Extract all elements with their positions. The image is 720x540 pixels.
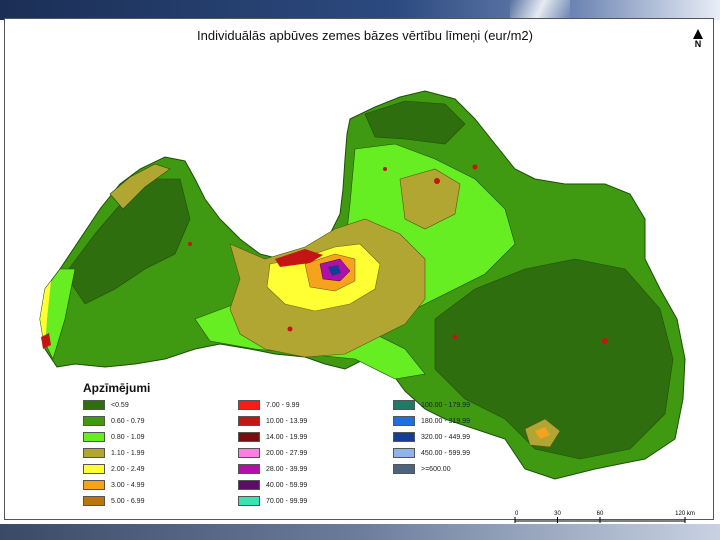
latvia-map — [39, 90, 686, 480]
legend-label: 28.00 - 39.99 — [266, 465, 308, 473]
legend-swatch — [83, 400, 105, 410]
legend-item: 100.00 - 179.99 — [393, 399, 470, 411]
legend-item: 0.60 - 0.79 — [83, 415, 144, 427]
legend-title: Apzīmējumi — [83, 381, 151, 395]
legend-swatch — [393, 448, 415, 458]
scale-bar: 0 30 60 120 km — [514, 511, 695, 523]
legend-label: 70.00 - 99.99 — [266, 497, 308, 505]
legend-item: 2.00 - 2.49 — [83, 463, 144, 475]
legend-item: 28.00 - 39.99 — [238, 463, 307, 475]
legend-swatch — [238, 480, 260, 490]
legend-swatch — [238, 400, 260, 410]
legend-swatch — [393, 464, 415, 474]
scale-tick-label: 0 — [515, 511, 519, 517]
legend-label: 100.00 - 179.99 — [421, 401, 471, 409]
town-dot — [188, 242, 192, 246]
scale-tick-label: 30 — [554, 511, 561, 517]
legend-swatch — [393, 400, 415, 410]
legend-label: 2.00 - 2.49 — [111, 465, 145, 473]
legend-label: 20.00 - 27.99 — [266, 449, 308, 457]
legend-swatch — [83, 480, 105, 490]
legend-label: 320.00 - 449.99 — [421, 433, 471, 441]
legend-label: 10.00 - 13.99 — [266, 417, 308, 425]
scale-tick-label: 120 km — [675, 511, 695, 517]
legend-item: 7.00 - 9.99 — [238, 399, 299, 411]
legend-swatch — [83, 432, 105, 442]
legend-swatch — [238, 496, 260, 506]
legend-label: 0.80 - 1.09 — [111, 433, 145, 441]
town-dot — [602, 338, 608, 344]
legend-swatch — [393, 416, 415, 426]
legend-swatch — [83, 448, 105, 458]
legend-item: >=600.00 — [393, 463, 451, 475]
legend-swatch — [238, 432, 260, 442]
legend-swatch — [83, 464, 105, 474]
legend-item: 10.00 - 13.99 — [238, 415, 307, 427]
legend-item: 14.00 - 19.99 — [238, 431, 307, 443]
legend-label: >=600.00 — [421, 465, 451, 473]
legend-item: 1.10 - 1.99 — [83, 447, 144, 459]
header-glare — [510, 0, 570, 20]
town-dot — [452, 334, 458, 340]
legend-item: <0.59 — [83, 399, 129, 411]
legend-label: 5.00 - 6.99 — [111, 497, 145, 505]
legend-item: 5.00 - 6.99 — [83, 495, 144, 507]
legend-item: 0.80 - 1.09 — [83, 431, 144, 443]
legend-item: 3.00 - 4.99 — [83, 479, 144, 491]
legend-item: 320.00 - 449.99 — [393, 431, 470, 443]
legend-item: 450.00 - 599.99 — [393, 447, 470, 459]
legend-label: 1.10 - 1.99 — [111, 449, 145, 457]
slide-header-band — [0, 0, 720, 20]
legend-swatch — [83, 496, 105, 506]
legend-item: 20.00 - 27.99 — [238, 447, 307, 459]
town-dot — [434, 178, 440, 184]
legend-swatch — [238, 416, 260, 426]
legend-swatch — [393, 432, 415, 442]
legend-label: 450.00 - 599.99 — [421, 449, 471, 457]
legend-swatch — [238, 464, 260, 474]
legend-label: 0.60 - 0.79 — [111, 417, 145, 425]
legend-label: 40.00 - 59.99 — [266, 481, 308, 489]
scale-tick-label: 60 — [597, 511, 604, 517]
legend-item: 40.00 - 59.99 — [238, 479, 307, 491]
town-dot — [472, 164, 478, 170]
legend-label: <0.59 — [111, 401, 129, 409]
legend-swatch — [83, 416, 105, 426]
legend-item: 70.00 - 99.99 — [238, 495, 307, 507]
legend-label: 3.00 - 4.99 — [111, 481, 145, 489]
legend-label: 180.00 - 319.99 — [421, 417, 471, 425]
legend-label: 14.00 - 19.99 — [266, 433, 308, 441]
town-dot — [287, 326, 293, 332]
map-frame: Individuālās apbūves zemes bāzes vērtību… — [4, 18, 714, 523]
legend-swatch — [238, 448, 260, 458]
town-dot — [383, 167, 387, 171]
legend-label: 7.00 - 9.99 — [266, 401, 300, 409]
legend-item: 180.00 - 319.99 — [393, 415, 470, 427]
